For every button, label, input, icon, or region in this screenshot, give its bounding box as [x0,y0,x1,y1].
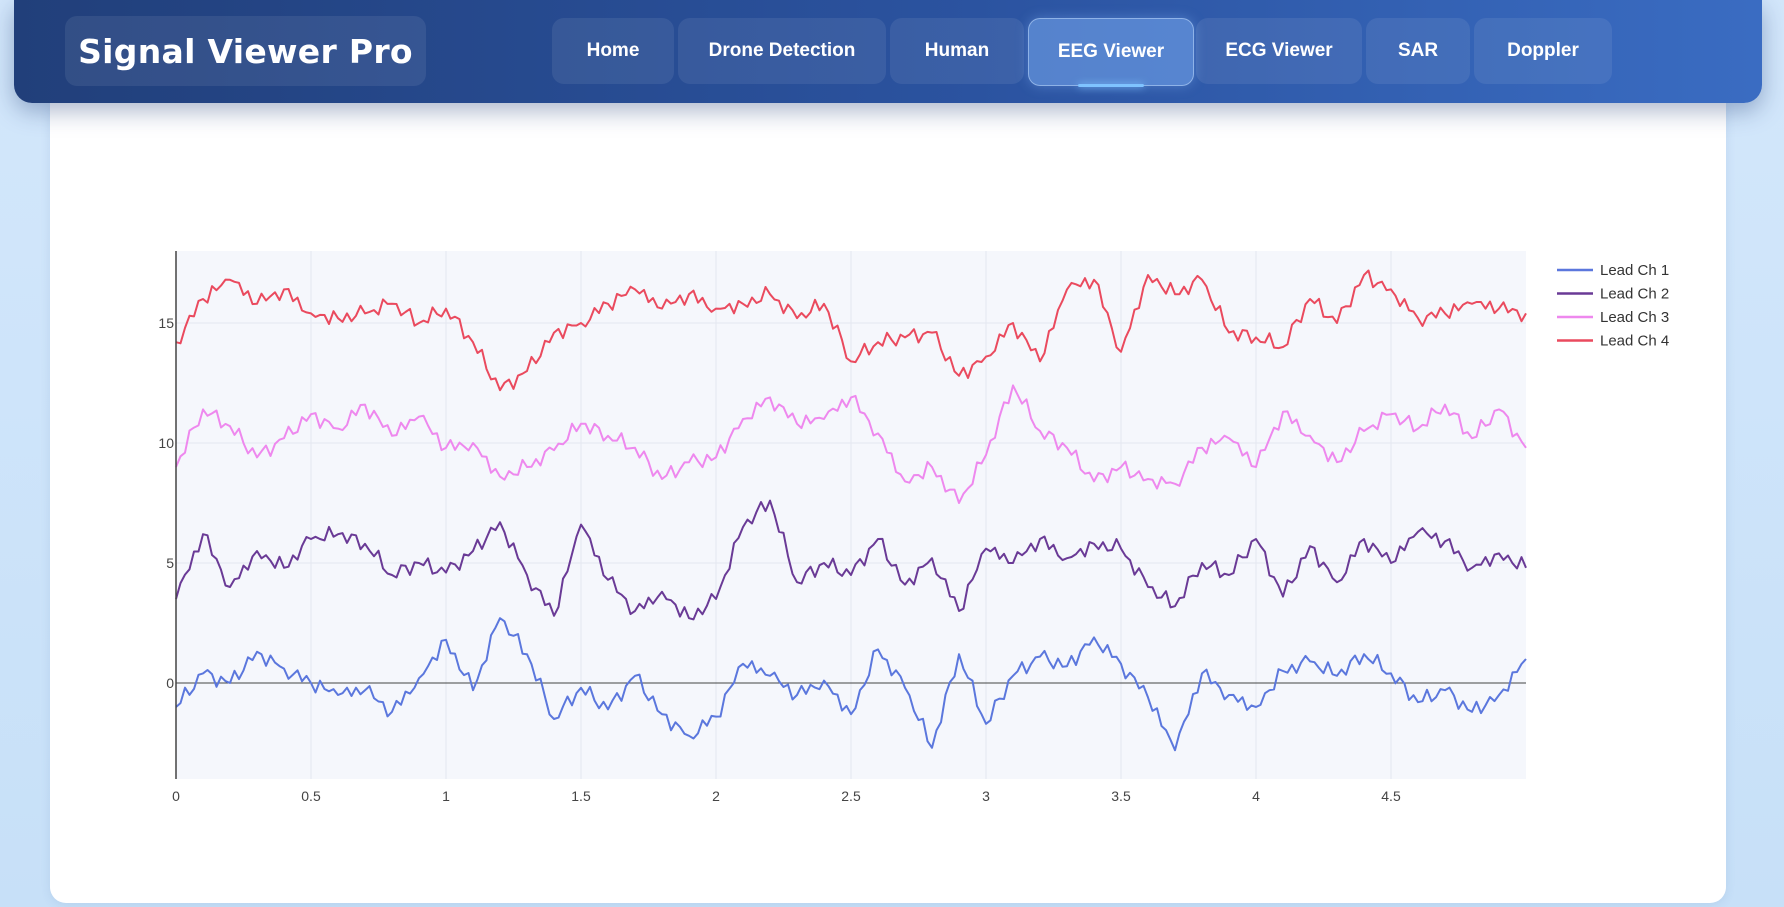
x-tick-label: 2 [712,788,720,804]
top-navbar: Signal Viewer Pro Home Drone Detection H… [14,0,1762,103]
x-tick-label: 1 [442,788,450,804]
legend-item-ch3[interactable]: Lead Ch 3 [1557,309,1669,326]
y-tick-label: 5 [166,555,174,571]
nav-drone-detection[interactable]: Drone Detection [678,18,886,84]
legend-item-ch2[interactable]: Lead Ch 2 [1557,286,1669,303]
legend-label: Lead Ch 4 [1600,333,1669,350]
chart-card: 0 0.5 1 1.5 2 2.5 3 3.5 4 4.5 0 5 10 15 Lead Ch 1 Lea… [50,103,1726,903]
legend-item-ch4[interactable]: Lead Ch 4 [1557,333,1669,350]
nav-sar[interactable]: SAR [1366,18,1470,84]
legend-label: Lead Ch 2 [1600,286,1669,303]
legend-label: Lead Ch 3 [1600,309,1669,326]
nav-eeg-viewer[interactable]: EEG Viewer [1028,18,1194,87]
x-tick-label: 0.5 [301,788,321,804]
x-tick-label: 4.5 [1381,788,1401,804]
legend: Lead Ch 1 Lead Ch 2 Lead Ch 3 Lead Ch 4 [1557,262,1669,350]
y-axis-ticks: 0 5 10 15 [158,315,174,691]
legend-label: Lead Ch 1 [1600,262,1669,279]
nav-human[interactable]: Human [890,18,1024,84]
app-title: Signal Viewer Pro [65,16,426,86]
legend-item-ch1[interactable]: Lead Ch 1 [1557,262,1669,279]
x-tick-label: 2.5 [841,788,861,804]
y-tick-label: 0 [166,675,174,691]
x-tick-label: 3 [982,788,990,804]
x-tick-label: 4 [1252,788,1260,804]
x-tick-label: 3.5 [1111,788,1131,804]
x-axis-ticks: 0 0.5 1 1.5 2 2.5 3 3.5 4 4.5 [172,788,1401,804]
y-tick-label: 10 [158,435,174,451]
x-tick-label: 0 [172,788,180,804]
eeg-chart[interactable]: 0 0.5 1 1.5 2 2.5 3 3.5 4 4.5 051015 Lead Ch 1Lea… [50,103,1726,903]
nav-doppler[interactable]: Doppler [1474,18,1612,84]
nav-home[interactable]: Home [552,18,674,84]
x-tick-label: 1.5 [571,788,591,804]
y-tick-label: 15 [158,315,174,331]
nav-ecg-viewer[interactable]: ECG Viewer [1196,18,1362,84]
